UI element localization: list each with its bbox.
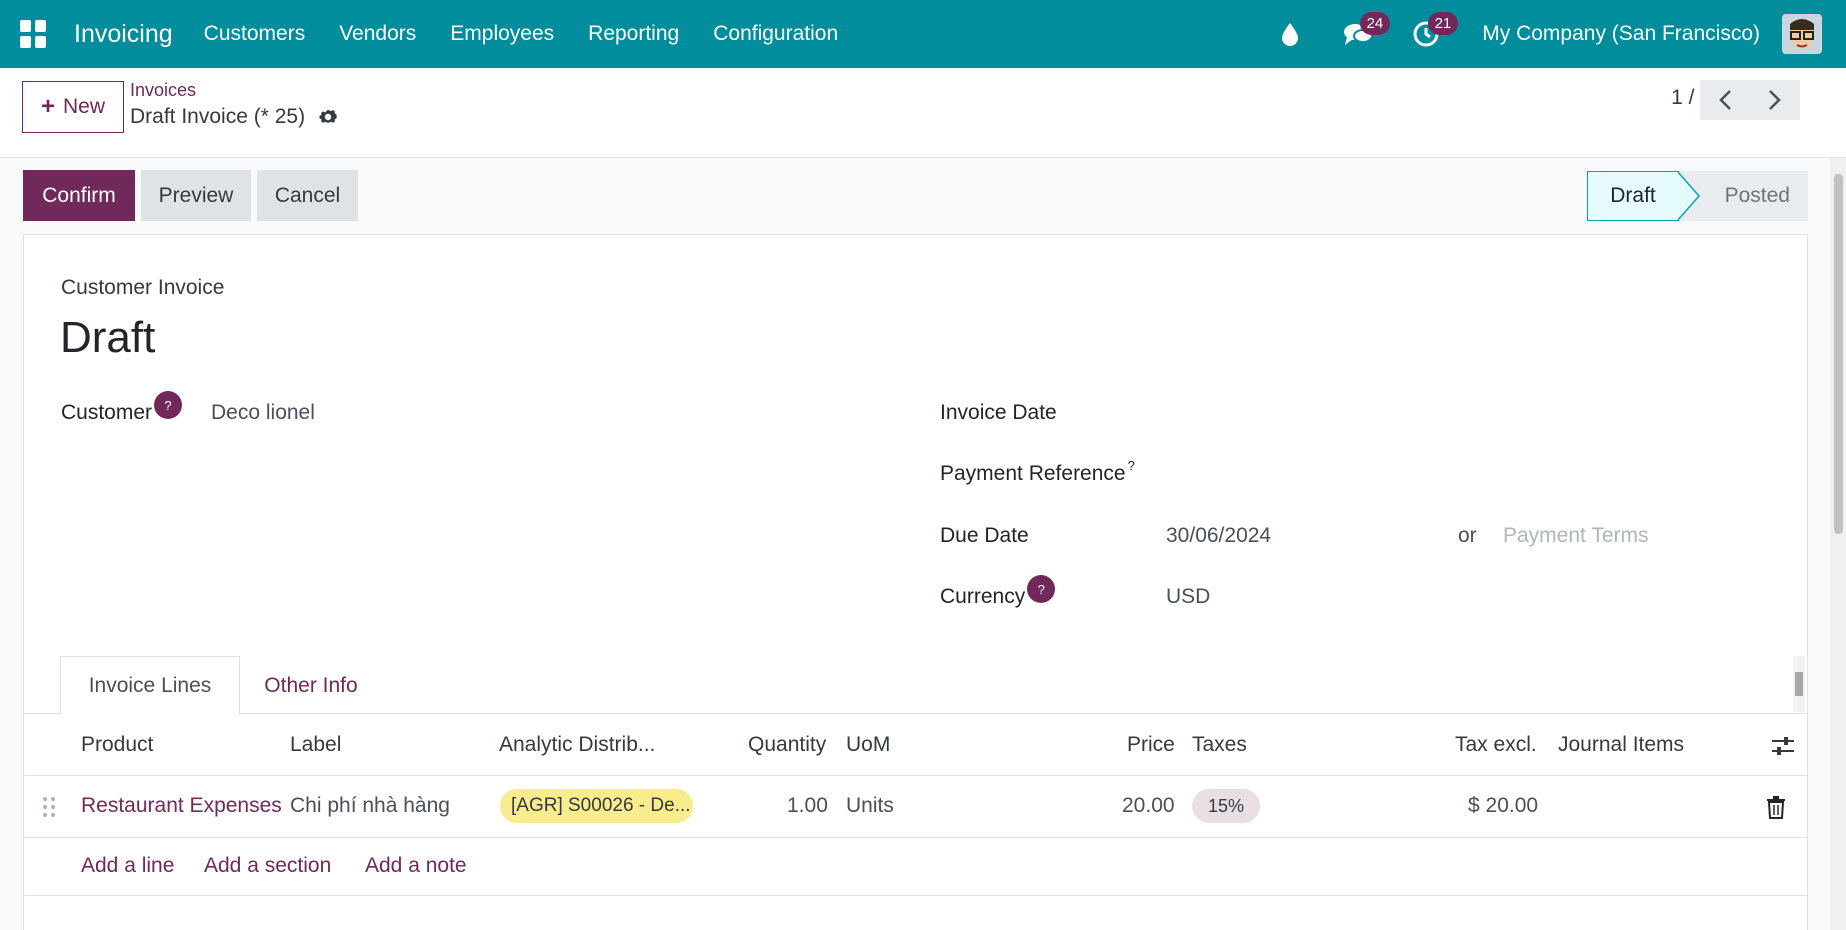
company-switcher[interactable]: My Company (San Francisco)	[1482, 22, 1760, 46]
menu-employees[interactable]: Employees	[450, 22, 554, 46]
currency-help-icon[interactable]: ?	[1027, 575, 1056, 603]
trash-icon[interactable]	[1766, 795, 1786, 825]
currency-label-text: Currency	[940, 585, 1026, 608]
line-product[interactable]: Restaurant Expenses	[81, 794, 283, 818]
customer-label-text: Customer	[61, 401, 153, 424]
add-note-link[interactable]: Add a note	[365, 854, 467, 878]
chat-icon[interactable]: 24	[1338, 12, 1391, 54]
breadcrumb-current: Draft Invoice (* 25)	[130, 105, 339, 129]
pager-previous-button[interactable]	[1700, 80, 1750, 120]
line-tax-excl: $ 20.00	[1468, 794, 1539, 817]
header-uom[interactable]: UoM	[846, 733, 890, 757]
payment-reference-field[interactable]	[1166, 454, 1766, 492]
breadcrumb-current-label: Draft Invoice (* 25)	[130, 105, 306, 128]
line-label[interactable]: Chi phí nhà hàng	[290, 794, 490, 818]
messages-badge: 24	[1359, 12, 1391, 35]
header-tax-excl[interactable]: Tax excl.	[1455, 733, 1537, 757]
chevron-left-icon	[1719, 90, 1731, 110]
table-row[interactable]: Restaurant Expenses Chi phí nhà hàng [AG…	[24, 776, 1807, 838]
gear-icon[interactable]	[317, 106, 339, 128]
document-name: Draft	[60, 313, 156, 362]
form-sheet: Customer Invoice Draft Customer ? Deco l…	[23, 234, 1808, 930]
drag-handle-icon[interactable]	[42, 796, 56, 824]
add-row: Add a line Add a section Add a note	[24, 838, 1807, 896]
header-analytic[interactable]: Analytic Distrib...	[499, 733, 655, 757]
control-panel: + New Invoices Draft Invoice (* 25) 1 / …	[0, 68, 1846, 158]
drop-icon[interactable]	[1270, 14, 1310, 54]
add-section-link[interactable]: Add a section	[204, 854, 331, 878]
payment-terms-field[interactable]: Payment Terms	[1503, 524, 1649, 548]
page-scrollbar[interactable]	[1830, 158, 1846, 930]
payment-reference-label-text: Payment Reference	[940, 462, 1126, 485]
invoice-date-label: Invoice Date	[940, 401, 1057, 424]
customer-help-icon[interactable]: ?	[154, 391, 183, 419]
tab-invoice-lines[interactable]: Invoice Lines	[60, 656, 240, 715]
payment-reference-label: Payment Reference ?	[940, 458, 1135, 486]
tax-tag[interactable]: 15%	[1192, 789, 1260, 823]
status-bar: Confirm Preview Cancel Draft Posted	[0, 158, 1830, 236]
document-type: Customer Invoice	[61, 276, 225, 299]
currency-field[interactable]: USD	[1166, 585, 1210, 609]
tabs-scrollbar[interactable]	[1793, 656, 1805, 712]
header-product[interactable]: Product	[81, 733, 153, 757]
notebook-tabs: Invoice Lines Other Info	[24, 656, 1807, 715]
stage-arrow-fill	[1677, 172, 1698, 220]
apps-grid-icon[interactable]	[20, 20, 48, 48]
header-price[interactable]: Price	[1127, 733, 1175, 757]
customer-field[interactable]: Deco lionel	[211, 401, 315, 425]
tab-other-info[interactable]: Other Info	[240, 656, 382, 715]
table-header: Product Label Analytic Distrib... Quanti…	[24, 715, 1807, 776]
menu-reporting[interactable]: Reporting	[588, 22, 679, 46]
menu-customers[interactable]: Customers	[204, 22, 306, 46]
tabs-scrollbar-thumb[interactable]	[1795, 672, 1803, 696]
payment-reference-help-icon[interactable]: ?	[1128, 458, 1135, 473]
header-journal-items[interactable]: Journal Items	[1558, 733, 1684, 757]
line-quantity[interactable]: 1.00	[787, 794, 828, 818]
customer-label: Customer ?	[61, 391, 183, 425]
menu-configuration[interactable]: Configuration	[713, 22, 838, 46]
line-price[interactable]: 20.00	[1122, 794, 1175, 818]
pager-next-button[interactable]	[1750, 80, 1800, 120]
new-button[interactable]: + New	[22, 81, 124, 133]
optional-columns-icon[interactable]	[1771, 735, 1795, 763]
header-label[interactable]: Label	[290, 733, 341, 757]
activities-badge: 21	[1427, 12, 1459, 35]
clock-icon[interactable]: 21	[1406, 12, 1459, 54]
top-navbar: Invoicing Customers Vendors Employees Re…	[0, 0, 1846, 68]
analytic-tag[interactable]: [AGR] S00026 - De...	[500, 789, 693, 823]
app-name[interactable]: Invoicing	[74, 20, 173, 49]
invoice-lines-table: Product Label Analytic Distrib... Quanti…	[24, 715, 1807, 896]
invoice-date-field[interactable]	[1166, 393, 1546, 431]
line-uom[interactable]: Units	[846, 794, 894, 818]
cancel-button[interactable]: Cancel	[257, 170, 358, 221]
add-line-link[interactable]: Add a line	[81, 854, 174, 878]
menu-vendors[interactable]: Vendors	[339, 22, 416, 46]
breadcrumb-invoices[interactable]: Invoices	[130, 80, 196, 101]
page-scrollbar-thumb[interactable]	[1834, 174, 1843, 534]
chevron-right-icon	[1769, 90, 1781, 110]
due-date-field[interactable]: 30/06/2024	[1166, 524, 1271, 548]
plus-icon: +	[40, 93, 55, 120]
or-label: or	[1458, 524, 1477, 547]
stage-draft[interactable]: Draft	[1587, 171, 1679, 221]
avatar[interactable]	[1782, 14, 1822, 54]
header-quantity[interactable]: Quantity	[748, 733, 826, 757]
new-button-label: New	[63, 95, 106, 118]
due-date-label: Due Date	[940, 524, 1029, 547]
confirm-button[interactable]: Confirm	[23, 170, 135, 221]
header-taxes[interactable]: Taxes	[1192, 733, 1247, 757]
preview-button[interactable]: Preview	[141, 170, 251, 221]
currency-label: Currency ?	[940, 575, 1056, 609]
